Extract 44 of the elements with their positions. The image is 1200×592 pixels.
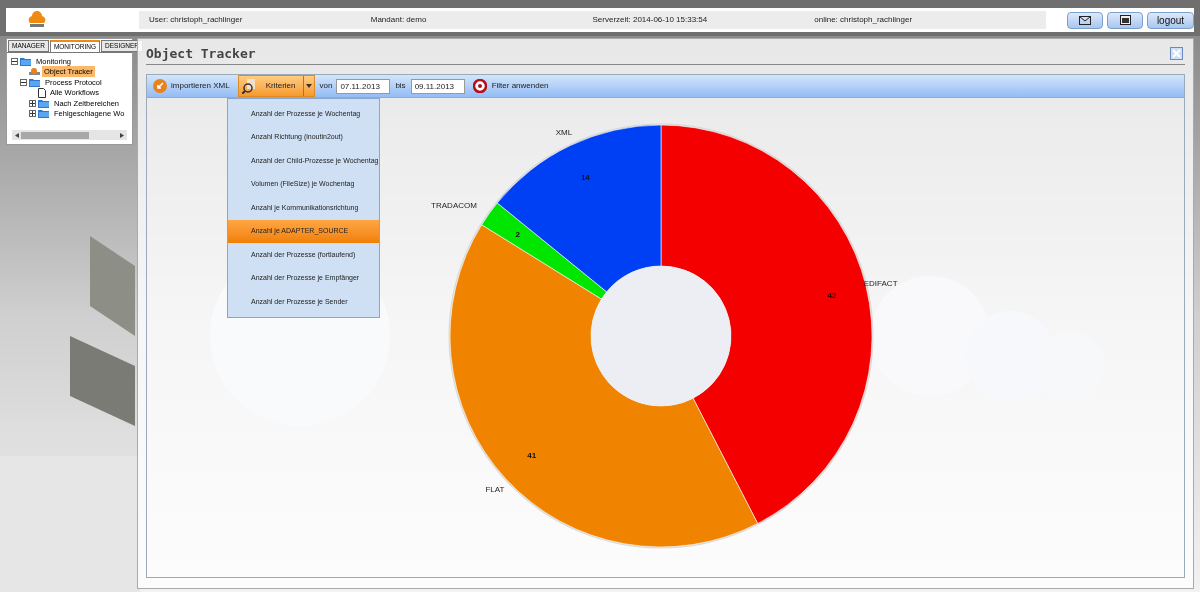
folder-icon [29, 77, 41, 87]
scroll-right-icon[interactable] [120, 132, 124, 138]
category-label: EDIFACT [863, 278, 898, 288]
collapse-icon[interactable] [11, 57, 18, 65]
collapse-icon[interactable] [20, 78, 27, 86]
horizontal-scrollbar[interactable] [12, 130, 127, 140]
tracker-icon [29, 67, 40, 77]
status-text: Mandant: demo [370, 14, 428, 26]
status-text: online: christoph_rachlinger [814, 14, 914, 26]
status-text: Serverzeit: 2014-06-10 15:33:54 [592, 14, 709, 26]
filter-button[interactable]: Filter anwenden [472, 75, 549, 97]
import-button[interactable]: importieren XML [147, 75, 236, 97]
folder-icon [38, 109, 50, 119]
expand-icon[interactable] [29, 99, 36, 107]
magnifier-icon [241, 78, 258, 94]
panel-title: Object Tracker [146, 44, 256, 63]
from-label: von [319, 80, 333, 92]
criteria-dropdown-button[interactable]: Kriterien [237, 75, 316, 97]
target-icon [472, 79, 487, 93]
category-label: FLAT [485, 485, 505, 495]
status-text: User: christoph_rachlinger [149, 14, 244, 26]
date-field[interactable]: 09.11.2013 [410, 78, 465, 94]
document-icon [38, 87, 46, 98]
cloud-logo-icon [26, 11, 48, 29]
category-label: TRADACOM [431, 200, 477, 210]
mail-button[interactable] [1067, 11, 1103, 29]
date-field[interactable]: 07.11.2013 [336, 78, 391, 94]
value-label: 2 [515, 229, 520, 239]
value-label: 14 [580, 173, 590, 183]
expand-icon[interactable] [29, 110, 36, 118]
folder-icon [38, 98, 50, 108]
value-label: 42 [827, 290, 837, 300]
to-label: bis [395, 80, 406, 92]
caret-icon [303, 76, 315, 96]
envelope-icon [1079, 15, 1091, 25]
import-icon [153, 79, 167, 93]
calendar-icon [1119, 15, 1131, 25]
folder-icon [20, 56, 32, 66]
value-label: 41 [527, 451, 537, 461]
scroll-left-icon[interactable] [15, 132, 19, 138]
close-icon[interactable] [1170, 47, 1183, 60]
category-label: XML [555, 127, 573, 137]
calendar-button[interactable] [1107, 11, 1143, 29]
logout-button[interactable]: logout [1147, 11, 1194, 29]
